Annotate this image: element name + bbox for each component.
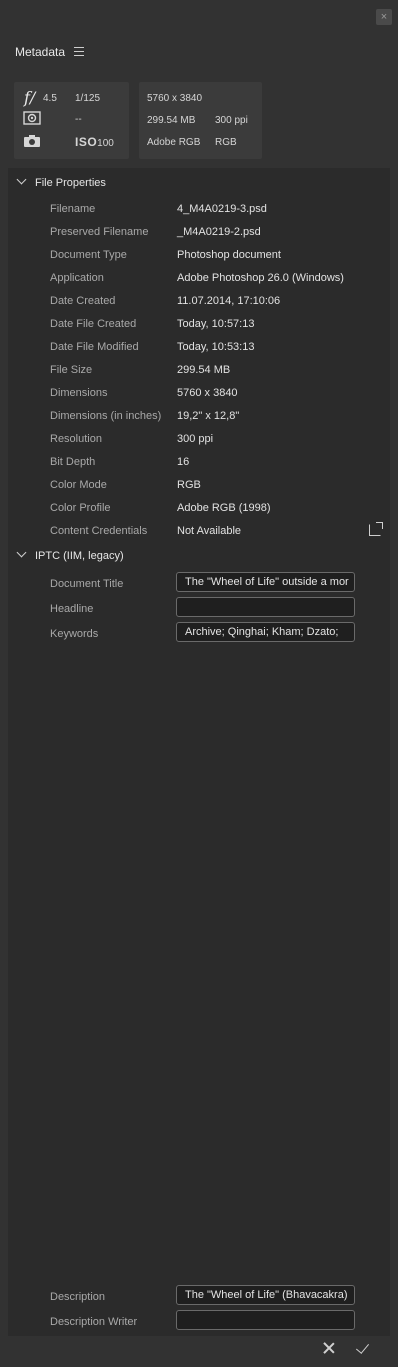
chevron-down-icon xyxy=(16,174,27,185)
row-label: Color Mode xyxy=(50,479,107,491)
row-label: Date Created xyxy=(50,295,116,307)
row-value: 300 ppi xyxy=(177,433,214,445)
panel-title: Metadata xyxy=(15,45,66,59)
row-value: _M4A0219-2.psd xyxy=(177,226,261,238)
row-label: Content Credentials xyxy=(50,525,148,537)
row-label: Filename xyxy=(50,203,96,215)
metering-icon xyxy=(23,111,41,125)
panel-header: Metadata xyxy=(0,40,398,66)
row-label: Color Profile xyxy=(50,502,111,514)
summary-profile: Adobe RGB xyxy=(147,137,201,148)
keywords-label: Keywords xyxy=(50,628,99,640)
description-writer-field[interactable] xyxy=(176,1310,355,1330)
summary-size: 299.54 MB xyxy=(147,115,196,126)
close-icon[interactable]: × xyxy=(376,9,392,25)
row-value: RGB xyxy=(177,479,201,491)
row-label: Date File Modified xyxy=(50,341,139,353)
camera-settings-box: f/ 4.5 1/125 -- ISO100 xyxy=(14,82,129,159)
metadata-content: File Properties Filename 4_M4A0219-3.psd… xyxy=(8,168,390,1336)
row-label: Preserved Filename xyxy=(50,226,149,238)
shutter-value: 1/125 xyxy=(75,93,101,104)
row-application: Application Adobe Photoshop 26.0 (Window… xyxy=(8,267,390,289)
row-label: Bit Depth xyxy=(50,456,96,468)
row-value: Not Available xyxy=(177,525,242,537)
metadata-window: × Metadata f/ 4.5 1/125 -- ISO100 5760 x… xyxy=(0,0,398,1367)
document-title-field[interactable]: The "Wheel of Life" outside a mor xyxy=(176,572,355,592)
title-bar: × xyxy=(0,0,398,32)
row-value: Today, 10:57:13 xyxy=(177,318,255,330)
summary-mode: RGB xyxy=(215,137,237,148)
row-label: Resolution xyxy=(50,433,102,445)
row-label: File Size xyxy=(50,364,93,376)
row-value: Adobe Photoshop 26.0 (Windows) xyxy=(177,272,344,284)
description-field[interactable]: The "Wheel of Life" (Bhavacakra) xyxy=(176,1285,355,1305)
description-label: Description xyxy=(50,1291,106,1303)
row-filename: Filename 4_M4A0219-3.psd xyxy=(8,198,390,220)
camera-icon xyxy=(24,135,40,147)
iso-label: ISO xyxy=(75,135,98,149)
row-label: Dimensions xyxy=(50,387,108,399)
open-external-icon[interactable] xyxy=(369,522,383,536)
row-color-mode: Color Mode RGB xyxy=(8,474,390,496)
summary-resolution: 300 ppi xyxy=(215,115,248,126)
row-dimensions-inches: Dimensions (in inches) 19,2" x 12,8" xyxy=(8,405,390,427)
row-dimensions: Dimensions 5760 x 3840 xyxy=(8,382,390,404)
file-properties-header[interactable]: File Properties xyxy=(16,174,106,189)
apply-check-icon[interactable] xyxy=(355,1340,370,1354)
row-value: 299.54 MB xyxy=(177,364,231,376)
row-label: Dimensions (in inches) xyxy=(50,410,162,422)
image-summary-box: 5760 x 3840 299.54 MB 300 ppi Adobe RGB … xyxy=(139,82,262,159)
iptc-header[interactable]: IPTC (IIM, legacy) xyxy=(16,547,124,562)
summary-dimensions: 5760 x 3840 xyxy=(147,93,203,104)
row-content-credentials: Content Credentials Not Available xyxy=(8,520,390,542)
headline-label: Headline xyxy=(50,603,94,615)
row-bit-depth: Bit Depth 16 xyxy=(8,451,390,473)
row-color-profile: Color Profile Adobe RGB (1998) xyxy=(8,497,390,519)
row-date-file-created: Date File Created Today, 10:57:13 xyxy=(8,313,390,335)
row-label: Document Type xyxy=(50,249,127,261)
row-file-size: File Size 299.54 MB xyxy=(8,359,390,381)
iptc-title: IPTC (IIM, legacy) xyxy=(35,550,124,562)
row-preserved-filename: Preserved Filename _M4A0219-2.psd xyxy=(8,221,390,243)
headline-field[interactable] xyxy=(176,597,355,617)
row-value: Adobe RGB (1998) xyxy=(177,502,271,514)
row-document-type: Document Type Photoshop document xyxy=(8,244,390,266)
keywords-field[interactable]: Archive; Qinghai; Kham; Dzato; xyxy=(176,622,355,642)
row-value: 19,2" x 12,8" xyxy=(177,410,240,422)
row-value: 16 xyxy=(177,456,190,468)
description-writer-label: Description Writer xyxy=(50,1316,138,1328)
iso-value: 100 xyxy=(97,138,114,149)
row-value: 4_M4A0219-3.psd xyxy=(177,203,267,215)
row-date-created: Date Created 11.07.2014, 17:10:06 xyxy=(8,290,390,312)
hamburger-icon[interactable] xyxy=(74,47,84,57)
row-value: Photoshop document xyxy=(177,249,281,261)
row-value: 5760 x 3840 xyxy=(177,387,238,399)
row-value: Today, 10:53:13 xyxy=(177,341,255,353)
row-label: Application xyxy=(50,272,104,284)
chevron-down-icon xyxy=(16,547,27,558)
row-resolution: Resolution 300 ppi xyxy=(8,428,390,450)
aperture-icon: f/ xyxy=(24,88,36,107)
row-value: 11.07.2014, 17:10:06 xyxy=(177,295,281,307)
row-label: Date File Created xyxy=(50,318,137,330)
fstop-value: 4.5 xyxy=(43,93,57,104)
metering-value: -- xyxy=(75,114,82,125)
iso-readout: ISO100 xyxy=(75,135,114,149)
document-title-label: Document Title xyxy=(50,578,124,590)
row-date-file-modified: Date File Modified Today, 10:53:13 xyxy=(8,336,390,358)
file-properties-title: File Properties xyxy=(35,177,106,189)
cancel-icon[interactable] xyxy=(322,1341,336,1355)
